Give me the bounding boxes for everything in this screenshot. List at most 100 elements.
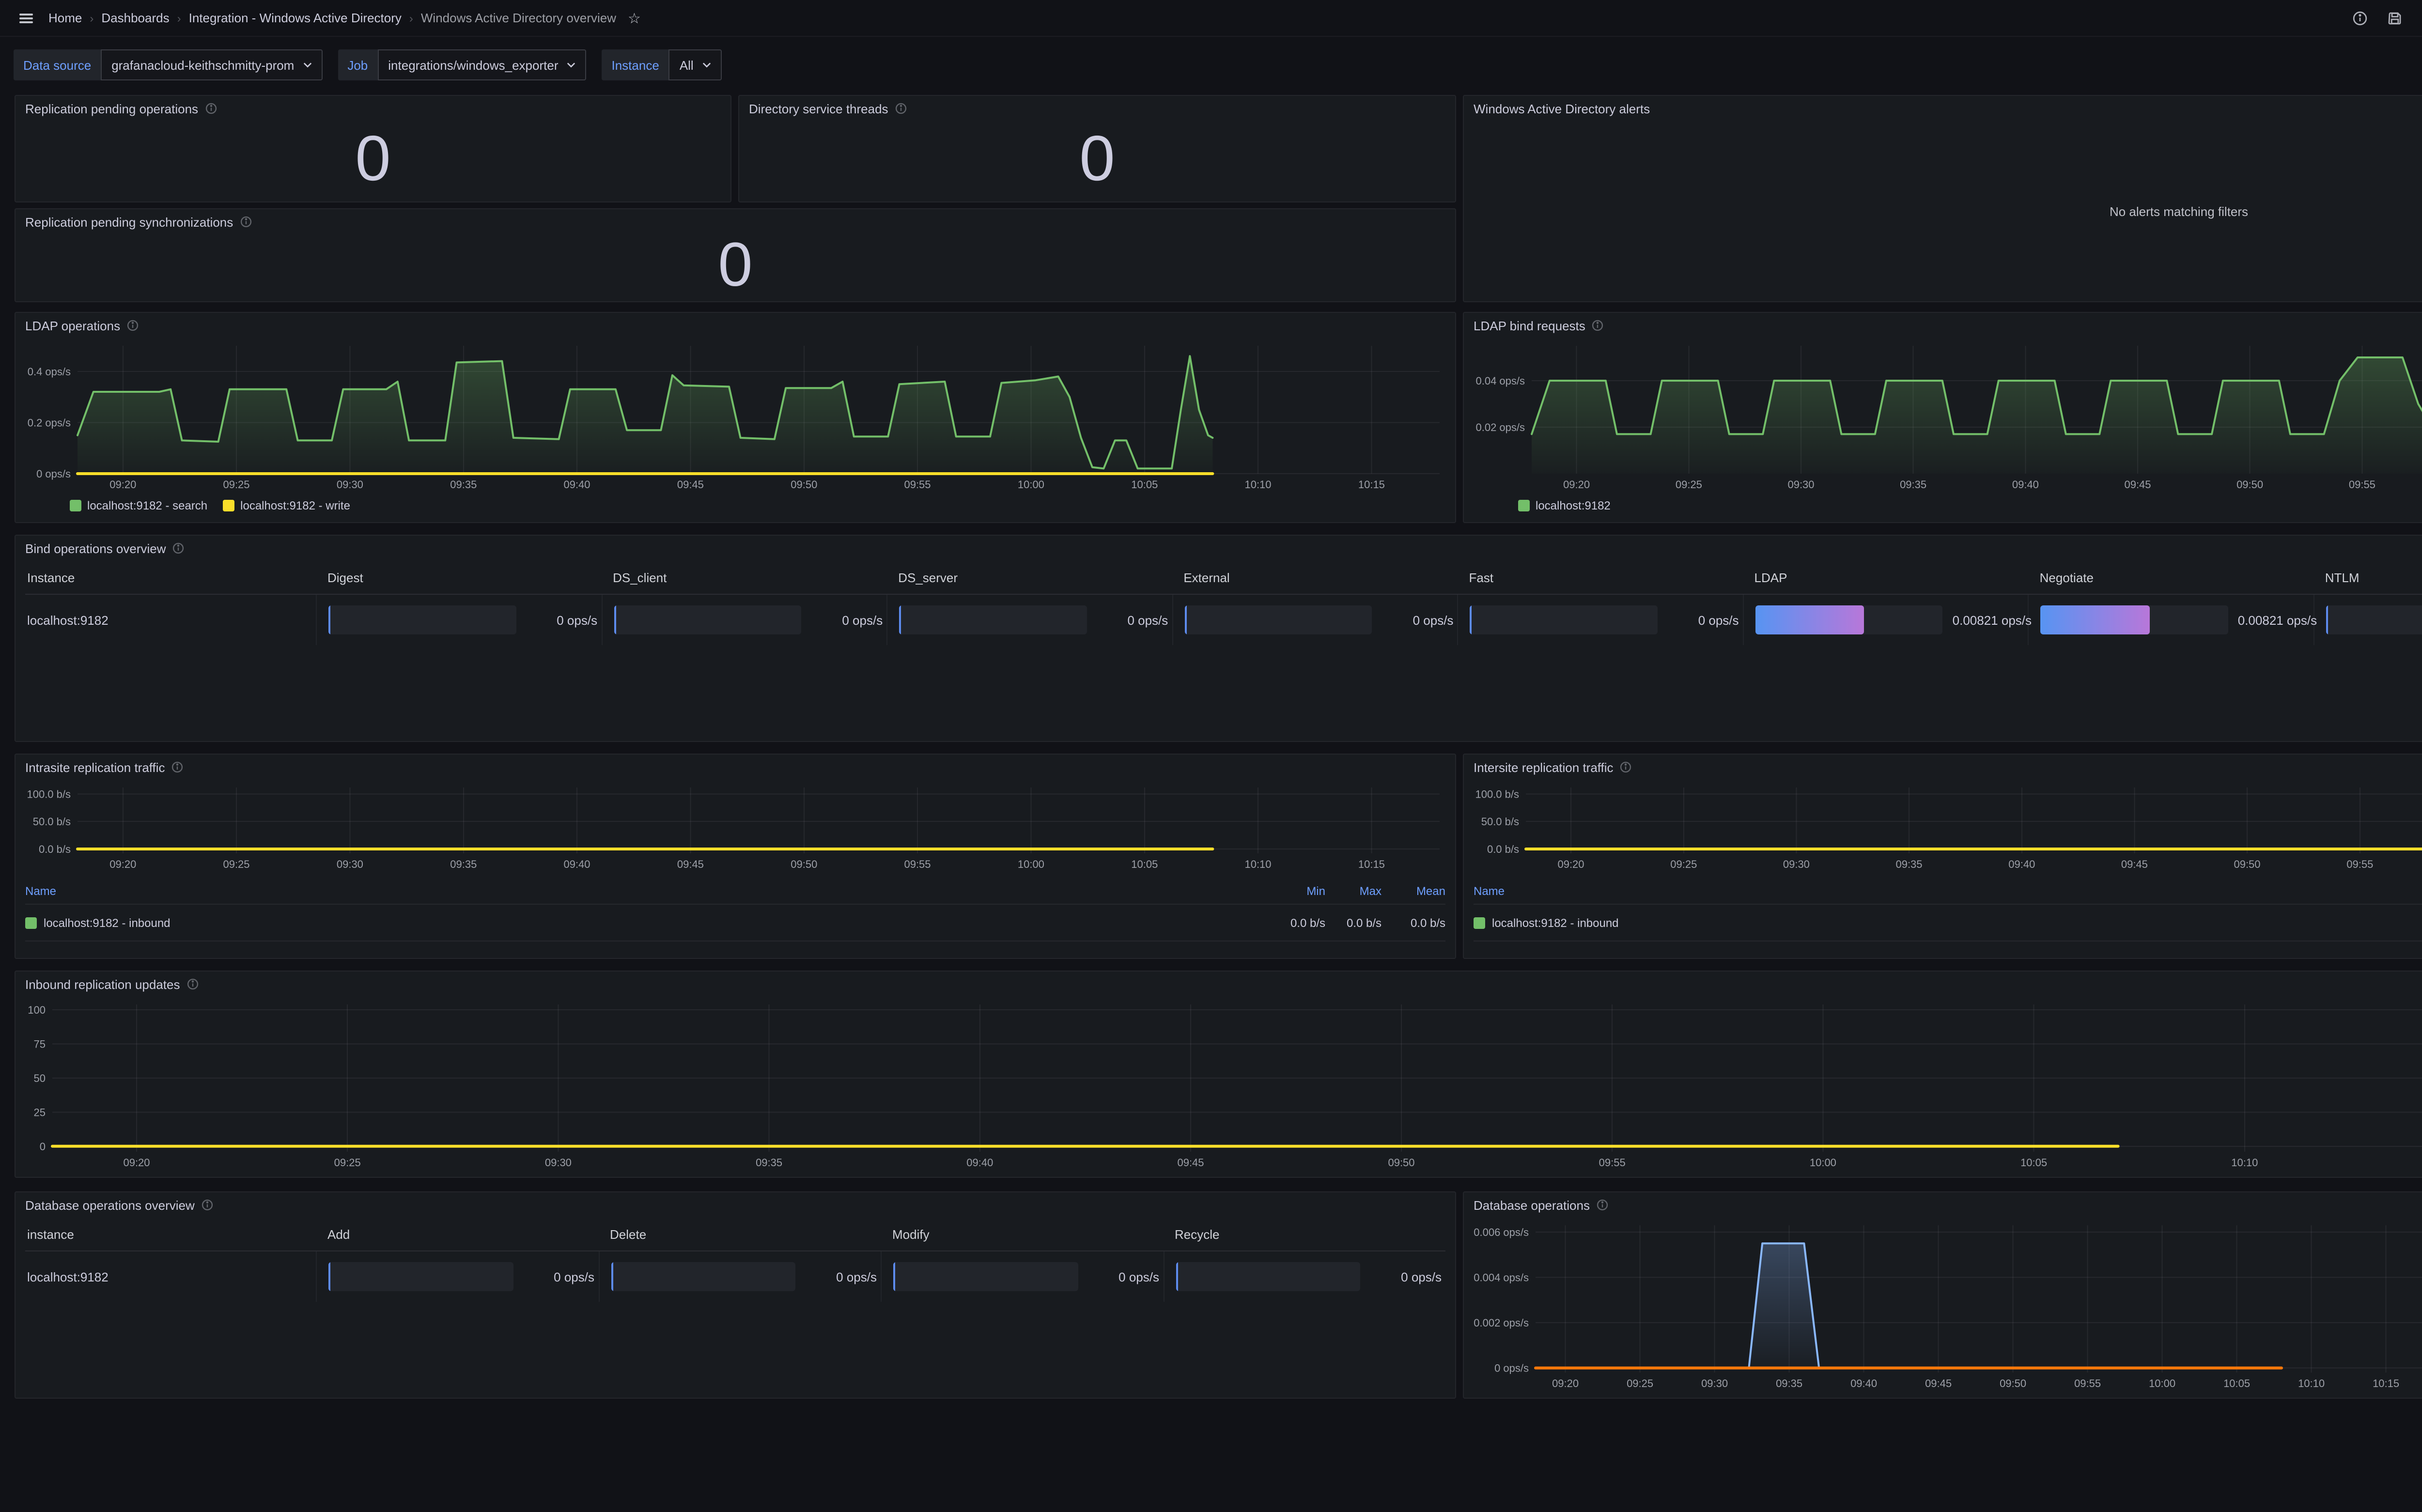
svg-text:09:45: 09:45 [1925, 1377, 1952, 1389]
panel-header[interactable]: Windows Active Directory alerts [1464, 96, 2422, 121]
panel-header[interactable]: Bind operations overview [16, 536, 2422, 561]
plot-area[interactable]: 09:2009:2509:3009:3509:4009:4509:5009:55… [23, 997, 2422, 1171]
svg-text:0.0 b/s: 0.0 b/s [39, 843, 71, 855]
instance-dropdown[interactable]: All [669, 49, 722, 80]
stat-value: 0 [16, 119, 730, 198]
panel-header[interactable]: Directory service threads [739, 96, 1455, 121]
svg-text:10:15: 10:15 [1358, 858, 1385, 870]
gauge-track [328, 1262, 513, 1291]
breadcrumb-folder[interactable]: Integration - Windows Active Directory [189, 11, 402, 25]
breadcrumb-home[interactable]: Home [48, 11, 82, 25]
gauge-table-row: localhost:91820 ops/s0 ops/s0 ops/s0 ops… [25, 1251, 1445, 1302]
info-icon[interactable] [1592, 320, 1604, 331]
panel-header[interactable]: Intrasite replication traffic [16, 755, 1455, 780]
column-header[interactable]: DS_server [886, 570, 1172, 585]
plot-area[interactable]: 09:2009:2509:3009:3509:4009:4509:5009:55… [23, 338, 1447, 493]
svg-text:09:30: 09:30 [1701, 1377, 1728, 1389]
svg-text:09:20: 09:20 [109, 858, 136, 870]
column-header[interactable]: Add [316, 1227, 598, 1241]
panel-header[interactable]: LDAP bind requests [1464, 313, 2422, 338]
legend-item[interactable]: localhost:9182 - search [70, 499, 207, 512]
column-header[interactable]: Negotiate [2028, 570, 2313, 585]
legend-header-min[interactable]: Min [1269, 884, 1325, 898]
gauge-value: 0 ops/s [1087, 1269, 1163, 1284]
info-icon[interactable] [127, 320, 139, 331]
legend-item[interactable]: localhost:9182 - write [223, 499, 350, 512]
variable-label[interactable]: Job [338, 49, 377, 80]
legend-item[interactable]: localhost:9182 [1518, 499, 1611, 512]
panel-header[interactable]: Intersite replication traffic [1464, 755, 2422, 780]
breadcrumb-dashboards[interactable]: Dashboards [101, 11, 169, 25]
instance-cell: localhost:9182 [25, 1269, 316, 1284]
svg-text:09:50: 09:50 [2234, 858, 2260, 870]
panel-header[interactable]: Replication pending operations [16, 96, 730, 121]
gauge-table-header: InstanceDigestDS_clientDS_serverExternal… [25, 561, 2422, 594]
column-header[interactable]: Recycle [1163, 1227, 1445, 1241]
legend-header-name[interactable]: Name [25, 884, 1269, 898]
svg-text:100.0 b/s: 100.0 b/s [27, 788, 71, 801]
legend-header-max[interactable]: Max [1325, 884, 1382, 898]
column-header[interactable]: DS_client [601, 570, 886, 585]
column-header[interactable]: Modify [881, 1227, 1163, 1241]
gauge-track [2326, 605, 2422, 634]
legend-header-name[interactable]: Name [1474, 884, 2422, 898]
alerts-empty-message: No alerts matching filters [1464, 121, 2422, 301]
info-icon[interactable] [1597, 1199, 1608, 1211]
column-header[interactable]: Fast [1457, 570, 1742, 585]
gauge-cell: 0 ops/s [886, 595, 1172, 645]
info-icon[interactable] [240, 216, 251, 228]
plot-area[interactable]: 09:2009:2509:3009:3509:4009:4509:5009:55… [1472, 338, 2422, 493]
gauge-track [614, 605, 801, 634]
column-header-instance[interactable]: Instance [25, 570, 316, 585]
data-source-dropdown[interactable]: grafanacloud-keithschmitty-prom [101, 49, 322, 80]
plot-area[interactable]: 09:2009:2509:3009:3509:4009:4509:5009:55… [23, 780, 1447, 873]
column-header[interactable]: External [1172, 570, 1457, 585]
legend-item[interactable]: localhost:9182 - inbound [25, 916, 1269, 929]
panel-header[interactable]: Inbound replication updates [16, 972, 2422, 997]
info-icon[interactable] [202, 1199, 213, 1211]
column-header[interactable]: NTLM [2313, 570, 2422, 585]
svg-text:09:20: 09:20 [109, 478, 136, 491]
svg-text:09:35: 09:35 [1895, 858, 1922, 870]
panel-header[interactable]: LDAP operations [16, 313, 1455, 338]
info-icon[interactable] [186, 978, 198, 990]
svg-text:09:30: 09:30 [545, 1157, 572, 1169]
job-dropdown[interactable]: integrations/windows_exporter [377, 49, 586, 80]
svg-text:0: 0 [40, 1141, 46, 1153]
panel-inbound-replication-updates: Inbound replication updates 09:2009:2509… [15, 971, 2422, 1178]
info-icon[interactable] [895, 103, 907, 114]
legend-item[interactable]: localhost:9182 - inbound [1474, 916, 2422, 929]
info-icon[interactable] [172, 761, 184, 773]
info-icon[interactable] [1620, 761, 1632, 773]
save-dashboard-icon[interactable] [2382, 5, 2407, 31]
svg-text:09:25: 09:25 [1627, 1377, 1653, 1389]
column-header-instance[interactable]: instance [25, 1227, 316, 1241]
favorite-star-icon[interactable]: ☆ [628, 9, 641, 27]
column-header[interactable]: Digest [316, 570, 601, 585]
svg-text:09:45: 09:45 [677, 478, 704, 491]
panel-header[interactable]: Database operations [1464, 1192, 2422, 1218]
gauge-cell: 0 ops/s [881, 1251, 1163, 1302]
breadcrumb-separator: › [90, 11, 93, 25]
gauge-zero-marker [328, 1262, 330, 1291]
svg-text:09:40: 09:40 [2012, 478, 2039, 491]
panel-header[interactable]: Database operations overview [16, 1192, 1455, 1218]
mega-menu-icon[interactable] [14, 5, 39, 31]
gauge-table: InstanceDigestDS_clientDS_serverExternal… [25, 561, 2422, 733]
variable-label[interactable]: Instance [602, 49, 669, 80]
insights-info-icon[interactable] [2347, 5, 2373, 31]
settings-gear-icon[interactable] [2417, 5, 2422, 31]
info-icon[interactable] [205, 103, 217, 114]
plot-area[interactable]: 09:2009:2509:3009:3509:4009:4509:5009:55… [1472, 1218, 2422, 1392]
column-header[interactable]: LDAP [1743, 570, 2028, 585]
plot-area[interactable]: 09:2009:2509:3009:3509:4009:4509:5009:55… [1472, 780, 2422, 873]
gauge-track [611, 1262, 795, 1291]
svg-text:09:25: 09:25 [1670, 858, 1697, 870]
chevron-down-icon [567, 62, 576, 68]
column-header[interactable]: Delete [598, 1227, 881, 1241]
legend-header-mean[interactable]: Mean [1382, 884, 1445, 898]
info-icon[interactable] [173, 542, 185, 554]
variable-label[interactable]: Data source [14, 49, 101, 80]
svg-text:10:00: 10:00 [1018, 858, 1044, 870]
panel-database-operations-overview: Database operations overview instanceAdd… [15, 1191, 1456, 1399]
